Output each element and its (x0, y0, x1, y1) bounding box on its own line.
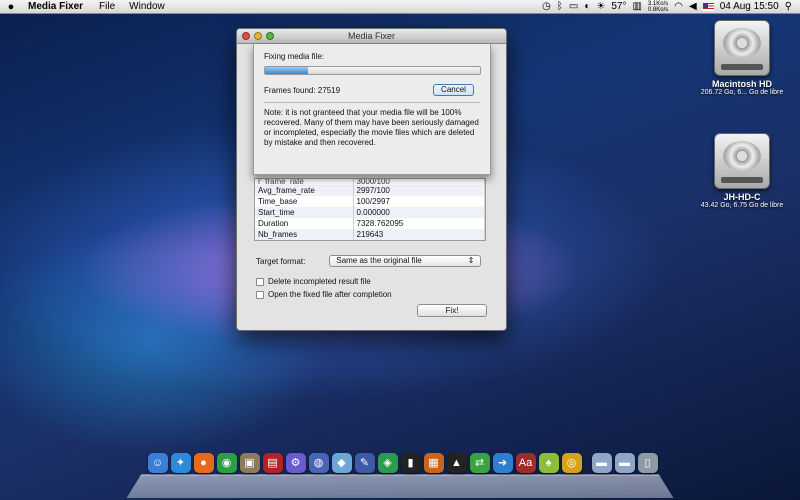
dock-shelf (126, 474, 674, 499)
sync-icon[interactable]: ⇄ (469, 453, 490, 473)
cube-icon[interactable]: ◆ (331, 453, 352, 473)
media-properties-table[interactable]: r_frame_rate 3000/100 Avg_frame_rate 299… (254, 178, 486, 241)
window-controls (242, 32, 274, 40)
orbit-icon[interactable]: ◎ (561, 453, 582, 473)
zoom-icon[interactable] (266, 32, 274, 40)
property-value: 2997/100 (353, 185, 485, 196)
property-key: Duration (255, 218, 354, 229)
preview-icon[interactable]: ▣ (239, 453, 260, 473)
property-value: 7328.762095 (353, 218, 485, 229)
menu-extras: ◷ ᛒ ▭ ◐ ☀ 57° ▥ 3.1Ko/s 0.8Ko/s ◠ ◀ 04 A… (542, 0, 800, 14)
menu-bar: ● Media Fixer File Window ◷ ᛒ ▭ ◐ ☀ 57° … (0, 0, 800, 14)
hard-drive-icon (714, 133, 770, 189)
property-value: 219643 (353, 229, 485, 240)
fixing-progress-sheet: Fixing media file: Frames found: 27519 C… (253, 44, 491, 175)
dock: ☺ ✦ ● ◉ ▣ ▤ ⚙ ◍ ◆ ✎ ◈ ▮ ▦ ▲ ⇄ ➜ Aa ♠ ◎ ▬ ▬ ▯ (145, 443, 660, 473)
table-row[interactable]: Nb_frames 219643 (255, 229, 485, 240)
chrome-icon[interactable]: ◉ (216, 453, 237, 473)
delete-incompleted-row: Delete incompleted result file (256, 277, 371, 286)
open-after-label[interactable]: Open the fixed file after completion (268, 290, 392, 299)
open-after-checkbox[interactable] (256, 290, 264, 299)
table-row[interactable]: Duration 7328.762095 (255, 218, 485, 229)
property-value: 0.000000 (353, 207, 485, 218)
photobooth-icon[interactable]: ▤ (262, 453, 283, 473)
desktop-drive-jh-hd-c[interactable]: JH-HD-C 43.42 Go, 6.75 Go de libre (697, 133, 787, 209)
close-icon[interactable] (242, 32, 250, 40)
media-fixer-icon[interactable]: ▲ (446, 453, 467, 473)
delete-incompleted-checkbox[interactable] (256, 277, 264, 286)
media-fixer-window: Media Fixer r_frame_rate 3000/100 Avg_fr… (236, 28, 507, 331)
frames-row: Frames found: 27519 Cancel (264, 84, 480, 96)
sheet-heading: Fixing media file: (264, 52, 325, 61)
trash-icon[interactable]: ▯ (637, 453, 658, 473)
property-key: Nb_frames (255, 229, 354, 240)
progress-fill (265, 67, 308, 74)
table-row[interactable]: Start_time 0.000000 (255, 207, 485, 218)
input-source-flag-icon[interactable] (702, 2, 714, 11)
window-title: Media Fixer (347, 31, 395, 41)
spotlight-icon[interactable]: ⚲ (785, 0, 792, 14)
wifi-icon[interactable]: ◠ (674, 0, 683, 14)
property-key: Start_time (255, 207, 354, 218)
property-value: 100/2997 (353, 196, 485, 207)
target-format-value: Same as the original file (336, 256, 422, 265)
apple-menu-icon[interactable]: ● (0, 1, 22, 13)
battery-icon[interactable]: ▭ (569, 0, 578, 14)
hard-drive-icon (714, 20, 770, 76)
timemachine-icon[interactable]: ◷ (542, 0, 551, 14)
temperature-label: 57° (611, 0, 627, 12)
recovery-note: Note: it is not granteed that your media… (264, 108, 479, 147)
applications-folder-icon[interactable]: ▬ (591, 453, 612, 473)
delete-incompleted-label[interactable]: Delete incompleted result file (268, 277, 371, 286)
app-menu[interactable]: Media Fixer (22, 1, 92, 12)
forward-icon[interactable]: ➜ (492, 453, 513, 473)
maps-icon[interactable]: ◈ (377, 453, 398, 473)
property-key: Time_base (255, 196, 354, 207)
terminal-icon[interactable]: ▮ (400, 453, 421, 473)
target-format-label: Target format: (256, 256, 306, 266)
finder-icon[interactable]: ☺ (147, 453, 168, 473)
property-key: Avg_frame_rate (255, 185, 354, 196)
clock-icon[interactable]: ◐ (584, 0, 590, 14)
menu-file[interactable]: File (92, 1, 122, 12)
drive-size: 206.72 Go, 6... Go de libre (700, 89, 784, 96)
cpu-icon[interactable]: ▥ (632, 0, 641, 14)
target-format-row: Target format: Same as the original file… (256, 255, 482, 267)
updown-arrows-icon: ⇕ (467, 256, 475, 265)
open-after-row: Open the fixed file after completion (256, 290, 392, 299)
desktop-drive-macintosh-hd[interactable]: Macintosh HD 206.72 Go, 6... Go de libre (697, 20, 787, 96)
target-format-select[interactable]: Same as the original file ⇕ (329, 255, 482, 267)
app-icon[interactable]: ⚙ (285, 453, 306, 473)
table-row[interactable]: Avg_frame_rate 2997/100 (255, 185, 485, 196)
table-row[interactable]: Time_base 100/2997 (255, 196, 485, 207)
box-icon[interactable]: ▦ (423, 453, 444, 473)
pen-icon[interactable]: ✎ (354, 453, 375, 473)
volume-icon[interactable]: ◀ (689, 0, 697, 14)
fix-button[interactable]: Fix! (417, 304, 487, 317)
network-upload: 3.1Ko/s (647, 0, 669, 7)
network-icon[interactable]: ◍ (308, 453, 329, 473)
menu-window[interactable]: Window (122, 1, 172, 12)
bluetooth-icon[interactable]: ᛒ (557, 0, 563, 14)
frames-found-label: Frames found: 27519 (264, 85, 341, 95)
window-titlebar[interactable]: Media Fixer (237, 29, 506, 44)
progress-bar (264, 66, 481, 75)
documents-folder-icon[interactable]: ▬ (614, 453, 635, 473)
divider (264, 102, 480, 103)
drive-name: JH-HD-C (723, 192, 761, 202)
safari-icon[interactable]: ✦ (170, 453, 191, 473)
network-speed: 3.1Ko/s 0.8Ko/s (648, 1, 668, 13)
drive-name: Macintosh HD (711, 79, 772, 89)
minimize-icon[interactable] (254, 32, 262, 40)
drive-size: 43.42 Go, 6.75 Go de libre (700, 202, 784, 209)
weather-icon[interactable]: ☀ (596, 0, 605, 14)
network-download: 0.8Ko/s (647, 6, 669, 13)
android-icon[interactable]: ♠ (538, 453, 559, 473)
datetime[interactable]: 04 Aug 15:50 (720, 0, 779, 14)
cancel-button[interactable]: Cancel (433, 84, 474, 96)
firefox-icon[interactable]: ● (193, 453, 214, 473)
dictionary-icon[interactable]: Aa (515, 453, 536, 473)
